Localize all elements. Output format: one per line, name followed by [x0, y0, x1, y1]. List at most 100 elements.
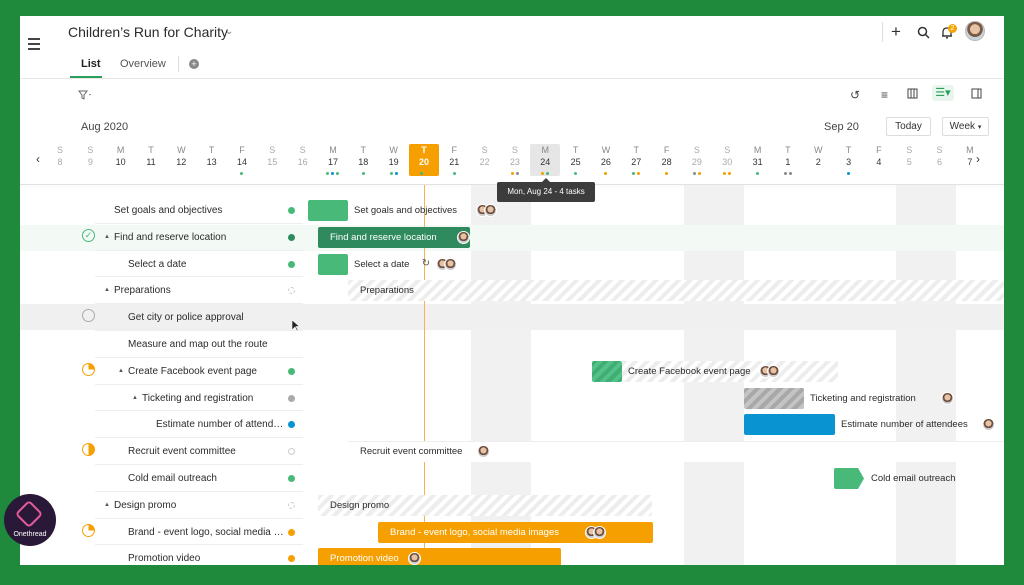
- task-name[interactable]: Design promo: [114, 500, 284, 511]
- expand-caret-icon[interactable]: ▲: [104, 502, 110, 508]
- calendar-day[interactable]: S 29: [682, 144, 712, 176]
- status-circle-icon[interactable]: [82, 309, 95, 323]
- calendar-day[interactable]: T 25: [561, 144, 591, 176]
- calendar-day[interactable]: S 30: [712, 144, 742, 176]
- calendar-day[interactable]: S 22: [470, 144, 500, 176]
- assignee-avatar[interactable]: [456, 230, 470, 244]
- status-dot[interactable]: [288, 233, 295, 241]
- status-circle-icon[interactable]: [82, 523, 95, 537]
- panel-toggle-icon[interactable]: [971, 88, 982, 102]
- status-dot[interactable]: [288, 448, 295, 456]
- status-dot[interactable]: [288, 421, 295, 429]
- list-view-icon[interactable]: ≡: [881, 88, 888, 102]
- assignee-avatar[interactable]: [407, 552, 421, 565]
- assignee-avatar[interactable]: [476, 445, 490, 459]
- status-circle-icon[interactable]: [82, 443, 95, 457]
- task-name[interactable]: Preparations: [114, 285, 284, 296]
- task-name[interactable]: Cold email outreach: [128, 473, 284, 484]
- calendar-day[interactable]: T3: [834, 144, 864, 176]
- task-name[interactable]: Measure and map out the route: [128, 339, 284, 350]
- calendar-day[interactable]: T 18: [348, 144, 378, 176]
- calendar-day[interactable]: S5: [894, 144, 924, 176]
- project-title[interactable]: Children’s Run for Charity: [68, 24, 228, 40]
- expand-caret-icon[interactable]: ▲: [104, 287, 110, 293]
- prev-arrow-icon[interactable]: ‹: [36, 152, 40, 166]
- gantt-bar[interactable]: [318, 253, 348, 275]
- calendar-day[interactable]: S 15: [257, 144, 287, 176]
- calendar-day[interactable]: M 24: [530, 144, 561, 176]
- calendar-day[interactable]: T 13: [197, 144, 227, 176]
- calendar-day[interactable]: W2: [803, 144, 833, 176]
- task-name[interactable]: Select a date: [128, 259, 284, 270]
- gantt-bar[interactable]: [348, 280, 1004, 302]
- gantt-bar[interactable]: [592, 360, 622, 382]
- status-dot[interactable]: [288, 287, 295, 295]
- calendar-day[interactable]: M7: [955, 144, 985, 176]
- filter-icon[interactable]: [78, 89, 92, 103]
- expand-caret-icon[interactable]: ▲: [118, 368, 124, 374]
- tab-list[interactable]: List: [81, 58, 101, 70]
- calendar-day[interactable]: F 21: [439, 144, 469, 176]
- calendar-day[interactable]: S 23: [500, 144, 530, 176]
- calendar-day[interactable]: S8: [45, 144, 75, 176]
- task-name[interactable]: Brand - event logo, social media images: [128, 527, 284, 538]
- add-tab-icon[interactable]: +: [189, 59, 199, 69]
- gantt-bar[interactable]: [744, 414, 835, 436]
- task-name[interactable]: Find and reserve location: [114, 232, 284, 243]
- complete-check-icon[interactable]: ✓: [82, 228, 95, 242]
- calendar-day[interactable]: F 28: [652, 144, 682, 176]
- status-dot[interactable]: [288, 394, 295, 402]
- calendar-day[interactable]: W 26: [591, 144, 621, 176]
- assignee-avatar[interactable]: [443, 257, 457, 271]
- gantt-bar[interactable]: [834, 468, 864, 489]
- calendar-day[interactable]: M 10: [106, 144, 136, 176]
- board-view-icon[interactable]: [907, 88, 918, 102]
- expand-caret-icon[interactable]: ▲: [132, 395, 138, 401]
- status-dot[interactable]: [288, 501, 295, 509]
- today-button[interactable]: Today: [886, 117, 931, 136]
- calendar-day[interactable]: M 31: [743, 144, 773, 176]
- calendar-day[interactable]: T 27: [621, 144, 651, 176]
- status-dot[interactable]: [288, 555, 295, 563]
- task-name[interactable]: Set goals and objectives: [114, 205, 284, 216]
- calendar-day[interactable]: M 17: [318, 144, 348, 176]
- plus-icon[interactable]: +: [891, 22, 901, 42]
- search-icon[interactable]: [917, 26, 930, 44]
- calendar-day[interactable]: W 12: [166, 144, 196, 176]
- assignee-avatar[interactable]: [483, 204, 497, 217]
- status-dot[interactable]: [288, 475, 295, 482]
- task-name[interactable]: Estimate number of attendees: [156, 419, 284, 430]
- assignee-avatar[interactable]: [982, 418, 996, 432]
- gantt-bar[interactable]: [744, 387, 804, 409]
- task-name[interactable]: Recruit event committee: [128, 446, 284, 457]
- calendar-day[interactable]: F4: [864, 144, 894, 176]
- task-name[interactable]: Create Facebook event page: [128, 366, 284, 377]
- calendar-day[interactable]: F 14: [227, 144, 257, 176]
- status-dot[interactable]: [288, 207, 295, 214]
- gantt-bar[interactable]: [308, 200, 348, 221]
- calendar-day[interactable]: T 20: [408, 144, 439, 176]
- user-avatar[interactable]: [965, 21, 985, 41]
- undo-icon[interactable]: ↺: [850, 88, 860, 102]
- assignee-avatar[interactable]: [593, 525, 607, 539]
- status-dot[interactable]: [288, 260, 295, 268]
- gantt-view-icon[interactable]: ☰▾: [932, 85, 954, 101]
- chevron-down-icon[interactable]: ⌄: [225, 26, 233, 37]
- assignee-avatar[interactable]: [941, 391, 955, 405]
- expand-caret-icon[interactable]: ▲: [104, 234, 110, 240]
- calendar-day[interactable]: W 19: [379, 144, 409, 176]
- menu-icon[interactable]: [28, 38, 40, 50]
- calendar-day[interactable]: S9: [75, 144, 105, 176]
- tab-overview[interactable]: Overview: [120, 58, 166, 70]
- calendar-day[interactable]: T 11: [136, 144, 166, 176]
- status-dot[interactable]: [288, 367, 295, 375]
- calendar-day[interactable]: T1: [773, 144, 803, 176]
- status-circle-icon[interactable]: [82, 362, 95, 376]
- task-name[interactable]: Promotion video: [128, 553, 284, 564]
- task-name[interactable]: Get city or police approval: [128, 312, 284, 323]
- calendar-day[interactable]: S6: [925, 144, 955, 176]
- calendar-day[interactable]: S 16: [288, 144, 318, 176]
- status-dot[interactable]: [288, 528, 295, 536]
- task-name[interactable]: Ticketing and registration: [142, 393, 284, 404]
- view-select[interactable]: Week ▾: [942, 117, 989, 136]
